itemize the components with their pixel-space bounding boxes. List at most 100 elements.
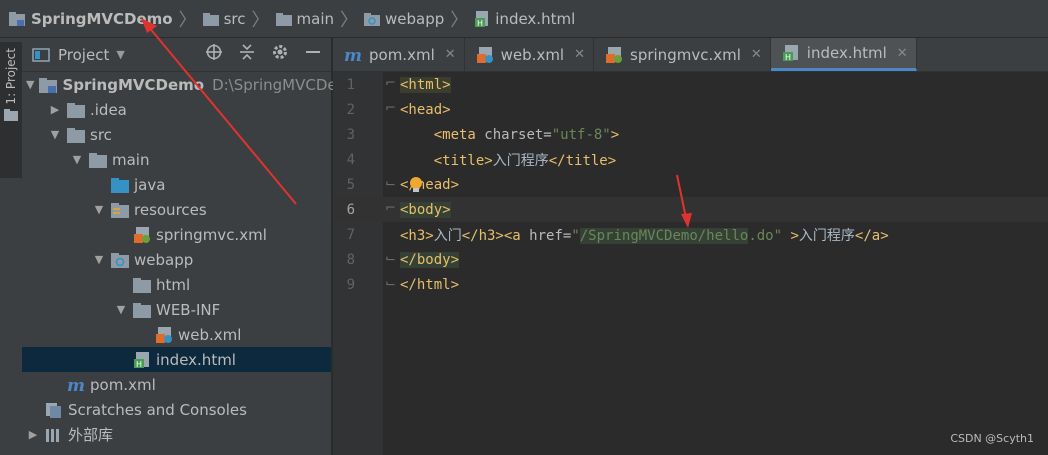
- project-panel-header: Project ▼: [22, 38, 331, 72]
- folder-icon: [132, 276, 152, 294]
- folder-icon: [132, 301, 152, 319]
- code-text: <meta charset="utf-8">: [433, 126, 620, 143]
- line-number: 6: [346, 201, 355, 218]
- project-folder-icon: [8, 11, 26, 27]
- tree-item-label: index.html: [156, 350, 236, 369]
- web-folder-icon: [364, 12, 380, 26]
- resources-folder-icon: [110, 201, 130, 219]
- code-line[interactable]: 8 ⌙ </body>: [333, 247, 1048, 272]
- tree-item-web-xml[interactable]: web.xml: [22, 322, 331, 347]
- scratches-icon: [44, 401, 64, 419]
- chevron-down-icon[interactable]: ▼: [114, 303, 128, 316]
- code-line[interactable]: 2 ⌐ <head>: [333, 97, 1048, 122]
- tree-item-pom-xml[interactable]: m pom.xml: [22, 372, 331, 397]
- tree-item-html[interactable]: html: [22, 272, 331, 297]
- web-xml-icon: [154, 326, 174, 344]
- fold-marker-icon[interactable]: ⌙: [385, 251, 396, 266]
- fold-marker-icon[interactable]: ⌐: [385, 76, 396, 91]
- tree-item-web-inf[interactable]: ▼ WEB-INF: [22, 297, 331, 322]
- collapse-icon[interactable]: [237, 43, 257, 66]
- tree-item-project-root[interactable]: ▼ SpringMVCDemo D:\SpringMVCDe: [22, 72, 337, 97]
- tree-item-index-html[interactable]: H index.html: [22, 347, 331, 372]
- tree-item-java[interactable]: java: [22, 172, 331, 197]
- project-tool-tab[interactable]: 1: Project: [0, 42, 22, 178]
- close-icon[interactable]: ✕: [445, 47, 456, 62]
- breadcrumb-webapp[interactable]: webapp: [364, 10, 444, 28]
- svg-text:H: H: [136, 360, 142, 369]
- breadcrumb-label: index.html: [495, 9, 576, 28]
- code-line[interactable]: 5 ⌙ </head>: [333, 172, 1048, 197]
- chevron-right-icon[interactable]: ▶: [48, 103, 62, 116]
- chevron-down-icon[interactable]: ▼: [92, 203, 106, 216]
- chevron-down-icon[interactable]: ▼: [92, 253, 106, 266]
- code-line[interactable]: 3 <meta charset="utf-8">: [333, 122, 1048, 147]
- tree-item-path: D:\SpringMVCDe: [212, 75, 337, 94]
- fold-marker-icon[interactable]: ⌐: [385, 101, 396, 116]
- web-folder-icon: [110, 251, 130, 269]
- close-icon[interactable]: ✕: [751, 47, 762, 62]
- libraries-icon: [44, 426, 64, 444]
- code-line[interactable]: 1 ⌐ <html>: [333, 72, 1048, 97]
- breadcrumb-file[interactable]: H index.html: [474, 10, 575, 28]
- tree-item-libraries[interactable]: ▶ 外部库: [22, 422, 331, 447]
- tree-item-src[interactable]: ▼ src: [22, 122, 331, 147]
- project-tree: ▼ SpringMVCDemo D:\SpringMVCDe ▶ .idea ▼…: [22, 72, 337, 447]
- tree-item-idea[interactable]: ▶ .idea: [22, 97, 331, 122]
- code-line[interactable]: 9 ⌙ </html>: [333, 272, 1048, 297]
- spring-xml-icon: [132, 226, 152, 244]
- breadcrumb-main[interactable]: main: [275, 9, 334, 28]
- chevron-down-icon[interactable]: ▼: [116, 48, 124, 61]
- breadcrumb-label: webapp: [385, 9, 445, 28]
- watermark: CSDN @Scyth1: [950, 432, 1034, 445]
- code-text: <h3>入门</h3><a href="/SpringMVCDemo/hello…: [400, 227, 889, 244]
- fold-marker-icon[interactable]: ⌙: [385, 176, 396, 191]
- code-text: </html>: [400, 276, 460, 293]
- tree-item-label: .idea: [90, 100, 127, 119]
- tab-web-xml[interactable]: web.xml ✕: [465, 38, 595, 71]
- breadcrumb-src[interactable]: src: [202, 10, 246, 28]
- tree-item-webapp[interactable]: ▼ webapp: [22, 247, 331, 272]
- svg-text:H: H: [477, 19, 483, 28]
- lightbulb-icon[interactable]: [409, 176, 423, 198]
- tree-item-label: webapp: [134, 250, 194, 269]
- tab-label: pom.xml: [369, 45, 435, 64]
- breadcrumb-project[interactable]: SpringMVCDemo: [8, 10, 173, 28]
- navigation-bar: SpringMVCDemo 〉 src 〉 main 〉 webapp 〉 H …: [0, 0, 1048, 38]
- chevron-down-icon[interactable]: ▼: [70, 153, 84, 166]
- tree-item-resources[interactable]: ▼ resources: [22, 197, 331, 222]
- chevron-right-icon[interactable]: ▶: [26, 428, 40, 441]
- tree-item-label: html: [156, 275, 191, 294]
- tree-item-scratches[interactable]: Scratches and Consoles: [22, 397, 331, 422]
- code-line[interactable]: 4 <title>入门程序</title>: [333, 147, 1048, 172]
- tree-item-label: SpringMVCDemo: [62, 75, 205, 94]
- fold-marker-icon[interactable]: ⌙: [385, 276, 396, 291]
- breadcrumb-label: main: [296, 9, 334, 28]
- project-tool-tab-label: 1: Project: [4, 48, 18, 105]
- tree-item-springmvc-xml[interactable]: springmvc.xml: [22, 222, 331, 247]
- minimize-icon[interactable]: [303, 43, 323, 66]
- close-icon[interactable]: ✕: [897, 46, 908, 61]
- chevron-right-icon: 〉: [178, 9, 197, 31]
- chevron-down-icon[interactable]: ▼: [48, 128, 62, 141]
- project-panel-title: Project: [58, 45, 110, 64]
- locate-icon[interactable]: [204, 43, 224, 66]
- svg-text:H: H: [785, 53, 791, 62]
- line-number: 4: [346, 151, 355, 168]
- code-line[interactable]: 7 <h3>入门</h3><a href="/SpringMVCDemo/hel…: [333, 222, 1048, 247]
- gear-icon[interactable]: [270, 43, 290, 66]
- code-editor[interactable]: 1 ⌐ <html> 2 ⌐ <head> 3 <meta charset="u…: [333, 72, 1048, 455]
- tab-index-html[interactable]: H index.html ✕: [770, 38, 917, 71]
- code-line-current[interactable]: 6 ⌐ <body>: [333, 197, 1048, 222]
- tab-pom-xml[interactable]: m pom.xml ✕: [333, 38, 465, 71]
- line-number: 9: [346, 276, 355, 293]
- tab-label: springmvc.xml: [630, 45, 741, 64]
- chevron-down-icon[interactable]: ▼: [26, 78, 34, 91]
- close-icon[interactable]: ✕: [574, 47, 585, 62]
- fold-marker-icon[interactable]: ⌐: [385, 201, 396, 216]
- tree-item-label: java: [134, 175, 166, 194]
- tree-item-main[interactable]: ▼ main: [22, 147, 331, 172]
- html-file-icon: H: [132, 351, 152, 369]
- folder-icon: [66, 101, 86, 119]
- project-panel: Project ▼ ▼ SpringMVCDemo D:\SpringMVCDe: [22, 38, 337, 455]
- tab-springmvc-xml[interactable]: springmvc.xml ✕: [594, 38, 771, 71]
